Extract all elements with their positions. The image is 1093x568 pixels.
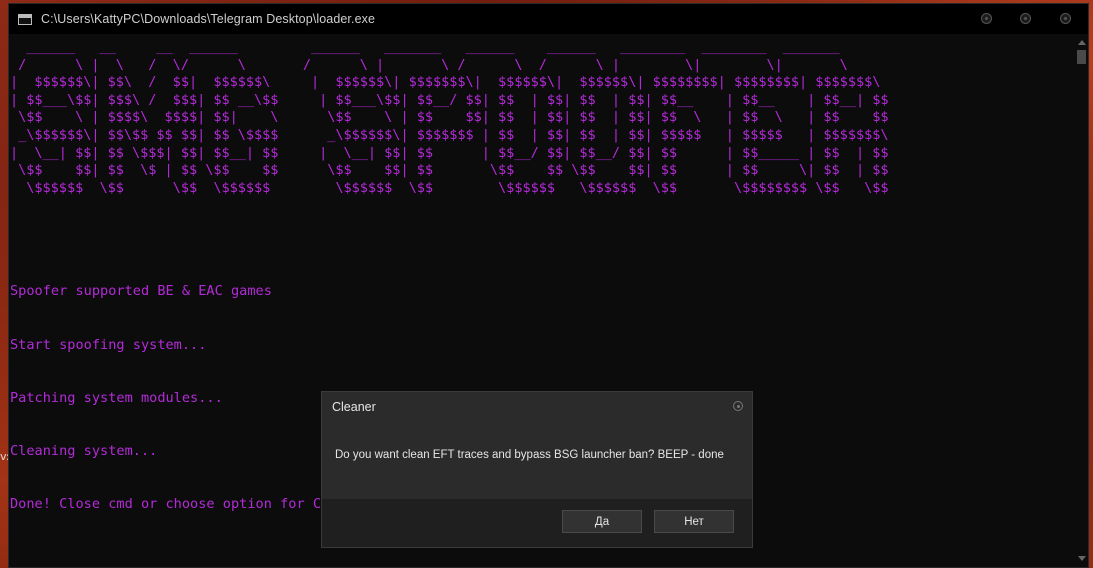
vertical-scrollbar[interactable] <box>1075 34 1088 567</box>
close-button[interactable] <box>1060 13 1071 24</box>
maximize-button[interactable] <box>1020 13 1031 24</box>
scroll-up-arrow-icon[interactable] <box>1078 40 1086 45</box>
output-lines: Spoofer supported BE & EAC games Start s… <box>10 248 370 549</box>
dialog-titlebar[interactable]: Cleaner <box>322 392 752 422</box>
cleaner-dialog[interactable]: Cleaner Do you want clean EFT traces and… <box>321 391 753 548</box>
scroll-thumb[interactable] <box>1077 50 1086 64</box>
dialog-footer: Да Нет <box>322 499 752 547</box>
output-line: Done! Close cmd or choose option for Cle… <box>10 495 371 512</box>
minimize-button[interactable] <box>981 13 992 24</box>
window-title: C:\Users\KattyPC\Downloads\Telegram Desk… <box>41 12 376 26</box>
scroll-down-arrow-icon[interactable] <box>1078 556 1086 561</box>
yes-button[interactable]: Да <box>562 510 642 533</box>
output-line: Patching system modules... <box>10 389 223 406</box>
dialog-close-button[interactable] <box>733 401 743 411</box>
output-line: Cleaning system... <box>10 442 158 459</box>
dialog-title: Cleaner <box>332 400 376 414</box>
window-titlebar[interactable]: C:\Users\KattyPC\Downloads\Telegram Desk… <box>9 4 1088 34</box>
no-button[interactable]: Нет <box>654 510 734 533</box>
ascii-banner: ______ __ __ ______ ______ _______ _____… <box>10 39 889 196</box>
console-app-icon <box>18 13 32 25</box>
output-line: Start spoofing system... <box>10 336 207 353</box>
output-line: Spoofer supported BE & EAC games <box>10 283 272 300</box>
dialog-message: Do you want clean EFT traces and bypass … <box>335 449 724 461</box>
